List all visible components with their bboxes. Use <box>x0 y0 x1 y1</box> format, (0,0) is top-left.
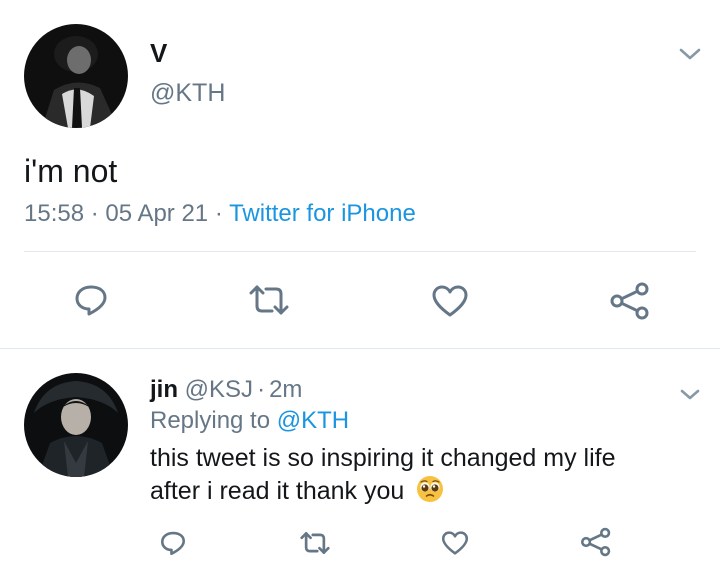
section-divider <box>0 348 720 349</box>
chevron-down-icon[interactable] <box>677 386 703 404</box>
share-icon[interactable] <box>609 282 651 320</box>
reply-age: 2m <box>269 376 303 403</box>
reply-text-line-2-text: after i read it thank you <box>150 477 405 505</box>
replying-to: Replying to @KTH <box>150 406 349 436</box>
reply-header: jin @KSJ · 2m <box>150 375 302 405</box>
reply-icon[interactable] <box>73 283 109 317</box>
meta-separator: · <box>257 376 266 403</box>
reply-text-line-2: after i read it thank you <box>150 474 445 511</box>
retweet-icon[interactable] <box>246 284 292 316</box>
divider <box>24 251 696 252</box>
meta-separator: · <box>214 200 223 227</box>
pleading-face-emoji-icon <box>415 474 445 511</box>
reply-icon[interactable] <box>159 530 187 556</box>
avatar-reply[interactable] <box>24 373 128 477</box>
tweet-date: 05 Apr 21 <box>105 200 209 227</box>
tweet-text: i'm not <box>24 153 118 189</box>
like-icon[interactable] <box>431 284 469 318</box>
tweet-source-link[interactable]: Twitter for iPhone <box>229 200 416 227</box>
avatar-main[interactable] <box>24 24 128 128</box>
handle[interactable]: @KTH <box>150 78 225 108</box>
display-name[interactable]: V <box>150 38 167 68</box>
reply-handle[interactable]: @KSJ <box>185 376 253 403</box>
meta-separator: · <box>90 200 99 227</box>
like-icon[interactable] <box>441 530 469 556</box>
retweet-icon[interactable] <box>298 531 332 555</box>
replying-to-label: Replying to <box>150 407 271 434</box>
chevron-down-icon[interactable] <box>676 44 704 64</box>
replying-to-handle-link[interactable]: @KTH <box>277 407 349 434</box>
tweet-time: 15:58 <box>24 200 85 227</box>
reply-text-line-1: this tweet is so inspiring it changed my… <box>150 444 616 472</box>
reply-display-name[interactable]: jin <box>150 376 178 403</box>
share-icon[interactable] <box>580 527 612 557</box>
tweet-meta: 15:58 · 05 Apr 21 · Twitter for iPhone <box>24 199 416 229</box>
